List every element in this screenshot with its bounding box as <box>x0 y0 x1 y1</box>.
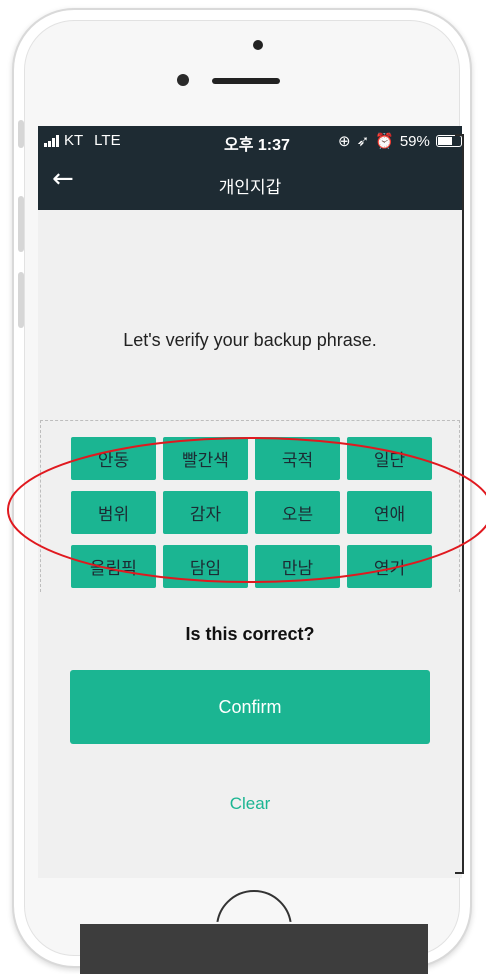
location-icon: ➶ <box>356 133 370 150</box>
word-chip[interactable]: 만남 <box>255 545 340 588</box>
frame-line-right <box>462 134 464 874</box>
clear-button[interactable]: Clear <box>38 794 462 814</box>
signal-icon <box>44 134 59 147</box>
word-chip[interactable]: 오븐 <box>255 491 340 534</box>
carrier-label: KT <box>64 132 84 149</box>
camera-dot <box>253 40 263 50</box>
word-chip[interactable]: 안동 <box>71 437 156 480</box>
status-left: KT LTE <box>44 132 121 149</box>
word-chip[interactable]: 올림픽 <box>71 545 156 588</box>
dark-overlay-bar <box>80 924 428 974</box>
volume-up-button <box>18 196 24 252</box>
volume-down-button <box>18 272 24 328</box>
status-right: ⊕ ➶ ⏰ 59% <box>338 132 462 150</box>
status-time: 오후 1:37 <box>224 137 290 154</box>
mute-switch <box>18 120 24 148</box>
frame-line-bottom <box>455 872 464 874</box>
word-chip[interactable]: 일단 <box>347 437 432 480</box>
rotation-lock-icon: ⊕ <box>338 133 351 150</box>
status-bar: KT LTE 오후 1:37 ⊕ ➶ ⏰ 59% <box>38 126 462 158</box>
alarm-icon: ⏰ <box>375 133 394 150</box>
word-grid: 안동 빨간색 국적 일단범위 감자 오븐 연애올림픽 담임 만남 연기 <box>71 437 433 588</box>
app-screen: KT LTE 오후 1:37 ⊕ ➶ ⏰ 59% ← 개인지갑 Let's ve… <box>38 126 462 878</box>
earpiece-speaker <box>212 78 280 84</box>
network-label: LTE <box>94 132 121 149</box>
confirm-question: Is this correct? <box>185 624 315 644</box>
confirm-button[interactable]: Confirm <box>70 670 430 744</box>
battery-percent: 59% <box>399 132 430 150</box>
nav-bar: ← 개인지갑 <box>38 158 462 210</box>
verify-prompt: Let's verify your backup phrase. <box>123 330 377 350</box>
front-camera <box>177 74 189 86</box>
word-chip[interactable]: 빨간색 <box>163 437 248 480</box>
word-chip[interactable]: 국적 <box>255 437 340 480</box>
word-chip[interactable]: 연애 <box>347 491 432 534</box>
word-chip[interactable]: 범위 <box>71 491 156 534</box>
word-chip[interactable]: 연기 <box>347 545 432 588</box>
battery-icon <box>435 135 462 147</box>
word-chip[interactable]: 담임 <box>163 545 248 588</box>
page-title: 개인지갑 <box>218 178 282 198</box>
word-chip[interactable]: 감자 <box>163 491 248 534</box>
word-selection-area: 안동 빨간색 국적 일단범위 감자 오븐 연애올림픽 담임 만남 연기 <box>40 420 460 592</box>
